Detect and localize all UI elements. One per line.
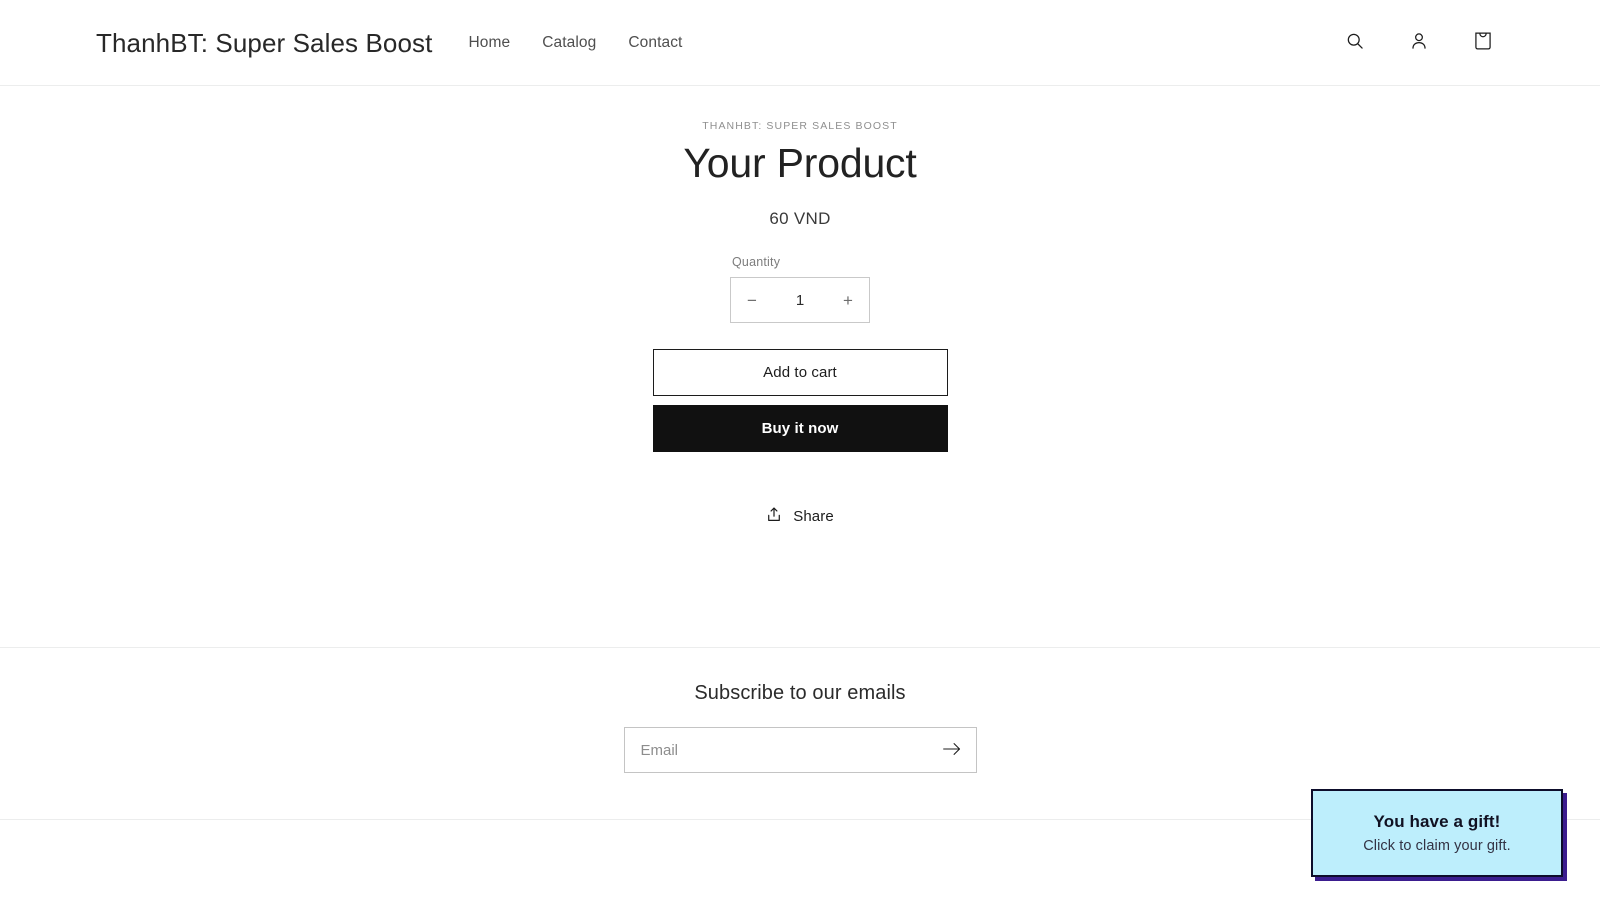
- newsletter-form: [623, 727, 977, 773]
- add-to-cart-button[interactable]: Add to cart: [652, 349, 948, 397]
- quantity-label: Quantity: [732, 255, 781, 270]
- gift-popup-subtitle: Click to claim your gift.: [1363, 838, 1511, 854]
- quantity-decrease-button[interactable]: −: [731, 278, 773, 322]
- account-button[interactable]: [1398, 22, 1440, 64]
- page-root: ThanhBT: Super Sales Boost Home Catalog …: [0, 0, 1600, 900]
- newsletter-submit-button[interactable]: [928, 728, 976, 772]
- newsletter-title: Subscribe to our emails: [694, 682, 906, 704]
- search-button[interactable]: [1334, 22, 1376, 64]
- nav-item-contact[interactable]: Contact: [628, 34, 682, 52]
- main-navigation: Home Catalog Contact: [468, 34, 682, 52]
- product-section: THANHBT: SUPER SALES BOOST Your Product …: [0, 86, 1600, 648]
- quantity-stepper: − 1 +: [730, 277, 870, 324]
- quantity-increase-button[interactable]: +: [827, 278, 869, 322]
- product-price: 60 VND: [769, 209, 831, 229]
- purchase-buttons: Add to cart Buy it now: [652, 349, 948, 453]
- nav-item-home[interactable]: Home: [468, 34, 510, 52]
- header-actions: [1334, 22, 1564, 64]
- share-label: Share: [793, 507, 834, 525]
- product-title: Your Product: [683, 140, 917, 186]
- gift-popup[interactable]: You have a gift! Click to claim your gif…: [1311, 789, 1563, 877]
- product-vendor: THANHBT: SUPER SALES BOOST: [702, 120, 898, 132]
- site-brand-link[interactable]: ThanhBT: Super Sales Boost: [96, 30, 432, 56]
- share-button[interactable]: Share: [762, 500, 838, 532]
- nav-item-catalog[interactable]: Catalog: [542, 34, 596, 52]
- arrow-right-icon: [942, 741, 962, 760]
- account-icon: [1409, 31, 1429, 54]
- share-icon: [766, 506, 782, 526]
- email-input[interactable]: [624, 728, 928, 772]
- quantity-block: Quantity − 1 +: [730, 255, 870, 324]
- buy-it-now-button[interactable]: Buy it now: [652, 405, 948, 453]
- gift-popup-title: You have a gift!: [1373, 812, 1501, 831]
- quantity-value[interactable]: 1: [773, 292, 827, 309]
- cart-icon: [1473, 30, 1493, 55]
- search-icon: [1345, 31, 1365, 54]
- site-header: ThanhBT: Super Sales Boost Home Catalog …: [0, 0, 1600, 86]
- cart-button[interactable]: [1462, 22, 1504, 64]
